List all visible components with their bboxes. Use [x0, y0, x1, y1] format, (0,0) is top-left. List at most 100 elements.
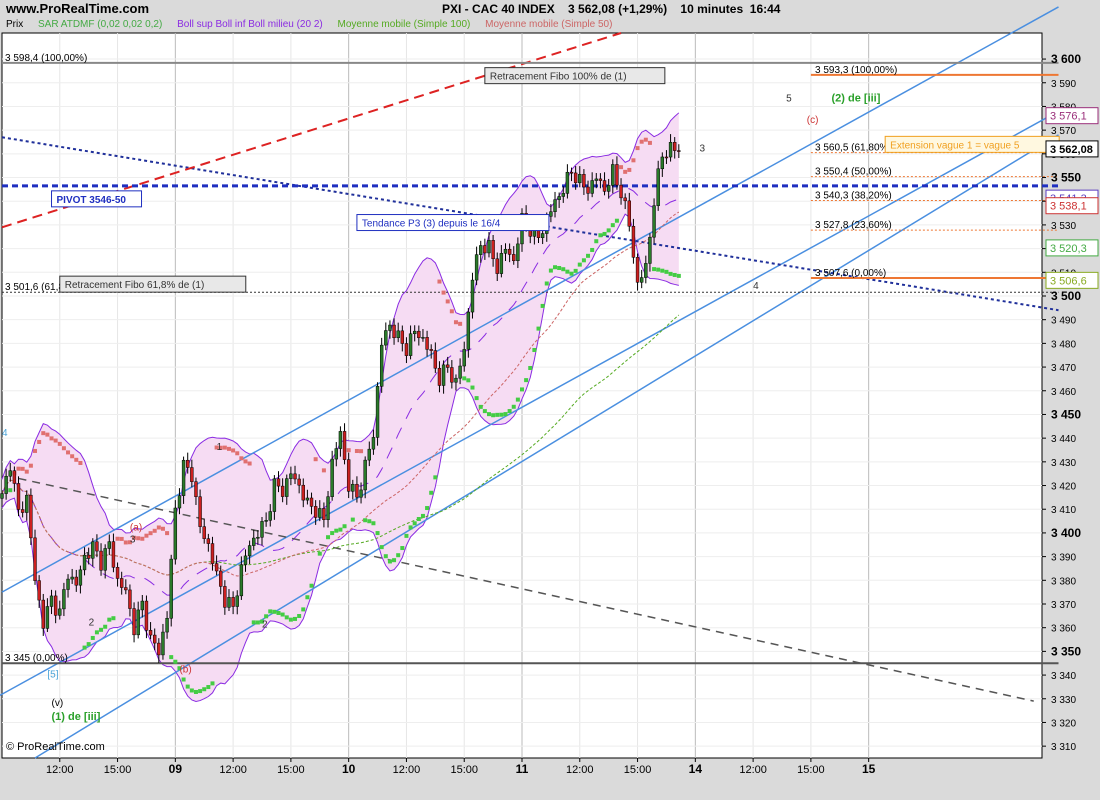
sar-dot [453, 320, 458, 325]
level-label: 3 598,4 (100,00%) [5, 53, 87, 64]
y-tick-label: 3 380 [1051, 576, 1076, 587]
sar-dot [429, 490, 434, 495]
candle-body [516, 243, 520, 262]
fibo-level-label: 3 550,4 (50,00%) [815, 167, 892, 178]
candle-body [264, 520, 268, 522]
sar-dot [173, 659, 178, 664]
candle-body [578, 174, 582, 184]
sar-dot [181, 677, 186, 682]
sar-dot [383, 554, 388, 559]
sar-dot [594, 239, 599, 244]
candle-body [206, 538, 211, 544]
sar-dot [392, 558, 397, 563]
candle-body [252, 537, 256, 546]
sar-dot [565, 269, 570, 274]
sar-dot [503, 412, 508, 417]
sar-dot [123, 540, 128, 545]
candle-body [20, 509, 25, 513]
candle[interactable] [346, 452, 351, 499]
price-tag-text: 3 576,1 [1050, 111, 1087, 123]
candle-body [673, 142, 677, 151]
candle-body [582, 174, 586, 188]
candle-body [635, 257, 640, 283]
fibo-level-label: 3 540,3 (38,20%) [815, 191, 892, 202]
candle-body [359, 489, 363, 498]
candle-body [227, 597, 231, 608]
sar-dot [334, 528, 339, 533]
price-chart[interactable]: 3 598,4 (100,00%)3 345 (0,00%)3 501,6 (6… [0, 0, 1100, 800]
candle-body [487, 240, 491, 254]
price-tag-text: 3 538,1 [1050, 201, 1087, 213]
candle-body [132, 608, 136, 636]
sar-dot [82, 645, 87, 650]
candle-body [91, 541, 95, 559]
sar-dot [160, 526, 165, 531]
candle-body [272, 478, 277, 512]
sar-dot [198, 689, 203, 694]
candle[interactable] [33, 529, 37, 585]
candle-body [454, 377, 458, 383]
y-tick-label: 3 330 [1051, 695, 1076, 706]
sar-dot [548, 268, 553, 273]
candle-body [107, 541, 111, 549]
candle-body [466, 311, 471, 350]
sar-dot [107, 617, 112, 622]
sar-dot [33, 448, 38, 453]
candle-body [474, 254, 479, 281]
candle-body [194, 481, 198, 497]
sar-dot [326, 535, 331, 540]
candle-body [33, 537, 37, 581]
sar-dot [396, 553, 401, 558]
sar-dot [623, 169, 628, 174]
candle-body [276, 478, 281, 487]
candle-body [433, 350, 438, 369]
candle[interactable] [375, 382, 380, 446]
sar-dot [231, 448, 236, 453]
candle-body [479, 245, 483, 255]
candle-body [169, 558, 173, 619]
candle-body [58, 608, 62, 616]
sar-dot [210, 681, 215, 686]
candle-body [177, 495, 182, 509]
candle-body [301, 484, 305, 501]
candle[interactable] [169, 554, 173, 627]
sar-dot [247, 461, 252, 466]
candle-body [313, 506, 318, 518]
candle[interactable] [173, 500, 178, 565]
candle[interactable] [29, 488, 33, 545]
candle-body [446, 364, 450, 368]
x-tick-label: 12:00 [739, 764, 767, 776]
candle-body [656, 168, 660, 206]
candle[interactable] [379, 337, 384, 393]
candle-body [297, 478, 301, 486]
sar-dot [226, 446, 231, 451]
y-tick-label: 3 350 [1051, 644, 1081, 658]
candle-body [260, 521, 264, 538]
x-tick-label: 15:00 [624, 764, 652, 776]
candle-body [623, 197, 627, 202]
y-tick-label: 3 320 [1051, 718, 1076, 729]
candle-body [103, 548, 107, 571]
candle-body [153, 634, 157, 644]
sar-dot [474, 396, 479, 401]
candle-body [326, 496, 330, 520]
y-tick-label: 3 430 [1051, 458, 1076, 469]
sar-dot [656, 267, 661, 272]
sar-dot [103, 624, 108, 629]
candle-body [16, 483, 21, 510]
sar-dot [412, 521, 417, 526]
sar-dot [482, 409, 487, 414]
sar-dot [16, 466, 21, 471]
candle-body [285, 478, 289, 497]
y-tick-label: 3 340 [1051, 671, 1076, 682]
y-tick-label: 3 570 [1051, 126, 1076, 137]
sar-dot [284, 615, 289, 620]
candle-body [322, 508, 326, 520]
candle-body [561, 193, 565, 197]
candle-body [235, 595, 239, 607]
candle-body [334, 448, 338, 460]
candle-body [499, 253, 504, 274]
sar-dot [606, 228, 611, 233]
sar-dot [486, 412, 491, 417]
candle-body [664, 156, 669, 159]
